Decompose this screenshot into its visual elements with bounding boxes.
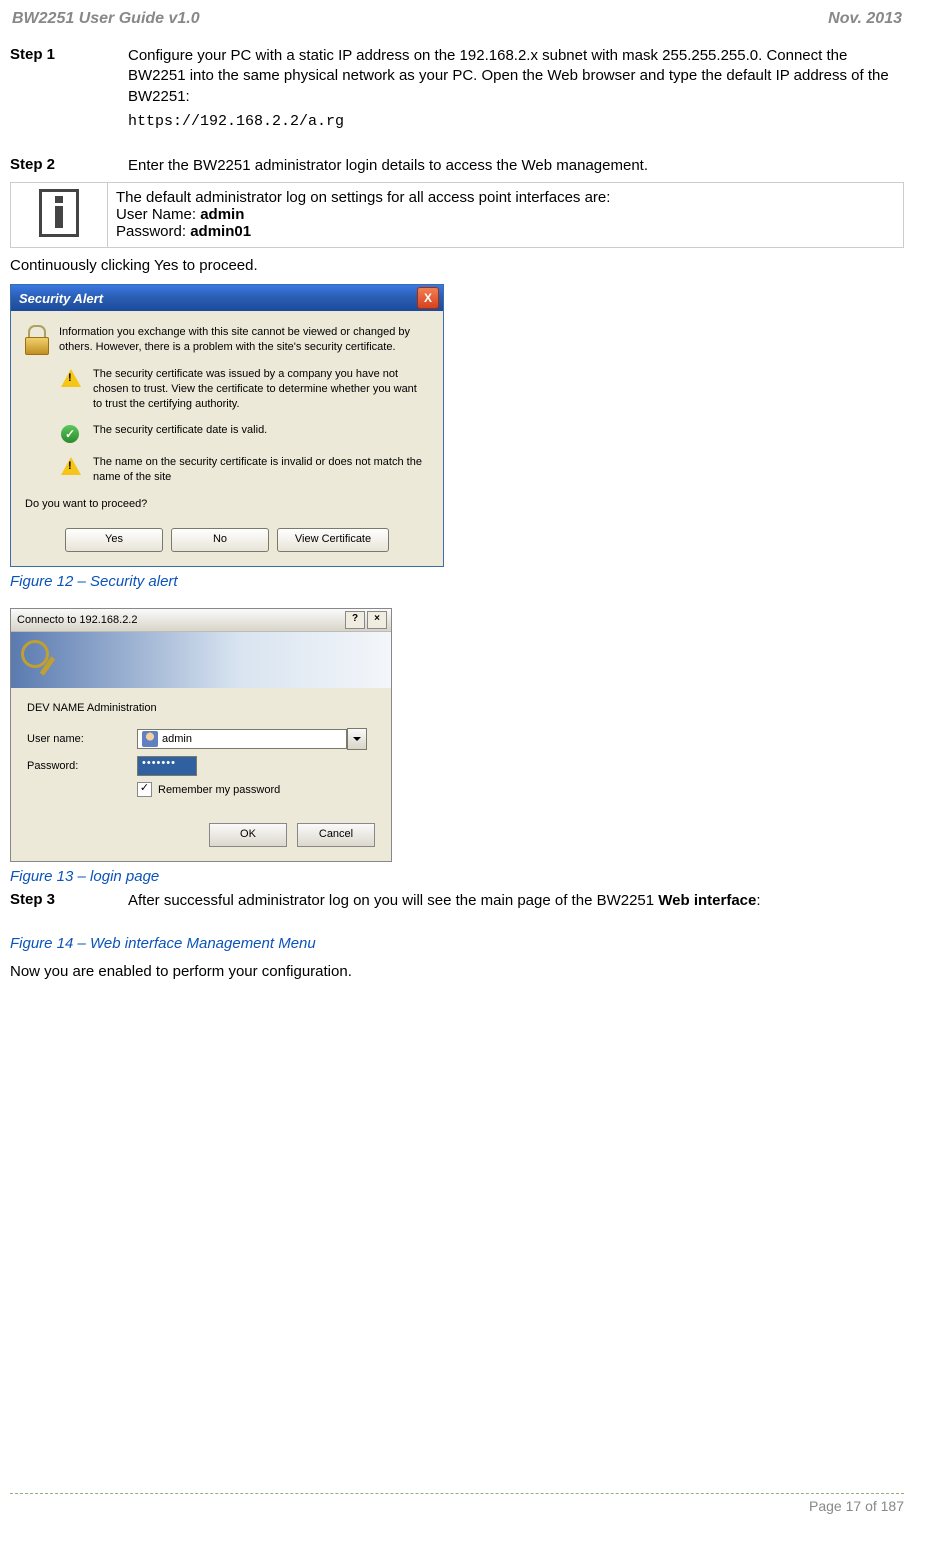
dialog-titlebar: Security Alert X bbox=[11, 285, 443, 311]
close-button[interactable]: × bbox=[367, 611, 387, 629]
login-titlebar: Connecto to 192.168.2.2 ? × bbox=[11, 609, 391, 632]
username-input[interactable]: admin bbox=[137, 729, 347, 749]
password-input[interactable]: ••••••• bbox=[137, 756, 197, 776]
help-button[interactable]: ? bbox=[345, 611, 365, 629]
dialog-title: Security Alert bbox=[19, 291, 103, 306]
proceed-text: Continuously clicking Yes to proceed. bbox=[10, 256, 904, 276]
chevron-down-icon bbox=[353, 737, 361, 741]
figure-13-caption: Figure 13 – login page bbox=[10, 868, 904, 885]
security-prompt: Do you want to proceed? bbox=[25, 497, 429, 512]
login-banner bbox=[11, 632, 391, 688]
page-footer: Page 17 of 187 bbox=[10, 1493, 904, 1514]
step3-label: Step 3 bbox=[10, 891, 128, 911]
admin-credentials-note: The default administrator log on setting… bbox=[10, 182, 904, 248]
page-header: BW2251 User Guide v1.0 Nov. 2013 bbox=[10, 10, 904, 28]
close-button[interactable]: X bbox=[417, 287, 439, 309]
check-icon: ✓ bbox=[61, 425, 79, 443]
page-number: Page 17 of 187 bbox=[10, 1498, 904, 1514]
figure-14-caption: Figure 14 – Web interface Management Men… bbox=[10, 935, 904, 952]
security-msg-issuer: The security certificate was issued by a… bbox=[93, 367, 429, 412]
username-label: User name: bbox=[27, 733, 137, 745]
security-msg-date: The security certificate date is valid. bbox=[93, 423, 429, 443]
note-password: Password: admin01 bbox=[116, 223, 895, 240]
footer-divider bbox=[10, 1493, 904, 1494]
step3-text: After successful administrator log on yo… bbox=[128, 891, 904, 911]
remember-password-checkbox[interactable]: ✓ bbox=[137, 782, 152, 797]
figure-12-caption: Figure 12 – Security alert bbox=[10, 573, 904, 590]
login-heading: DEV NAME Administration bbox=[27, 702, 375, 714]
step2-text: Enter the BW2251 administrator login det… bbox=[128, 156, 904, 176]
yes-button[interactable]: Yes bbox=[65, 528, 163, 552]
note-username: User Name: admin bbox=[116, 206, 895, 223]
warning-icon bbox=[61, 457, 81, 475]
password-label: Password: bbox=[27, 760, 137, 772]
closing-text: Now you are enabled to perform your conf… bbox=[10, 962, 904, 982]
step1-text: Configure your PC with a static IP addre… bbox=[128, 46, 904, 107]
security-msg-name: The name on the security certificate is … bbox=[93, 455, 429, 485]
keys-icon bbox=[21, 640, 61, 680]
info-icon bbox=[39, 189, 79, 237]
remember-password-label: Remember my password bbox=[158, 784, 280, 796]
step2-label: Step 2 bbox=[10, 156, 128, 176]
login-dialog: Connecto to 192.168.2.2 ? × DEV NAME Adm… bbox=[10, 608, 392, 862]
doc-title: BW2251 User Guide v1.0 bbox=[12, 10, 200, 28]
step1-label: Step 1 bbox=[10, 46, 128, 107]
view-certificate-button[interactable]: View Certificate bbox=[277, 528, 389, 552]
user-icon bbox=[142, 731, 158, 747]
warning-icon bbox=[61, 369, 81, 387]
no-button[interactable]: No bbox=[171, 528, 269, 552]
ok-button[interactable]: OK bbox=[209, 823, 287, 847]
lock-icon bbox=[25, 325, 49, 353]
cancel-button[interactable]: Cancel bbox=[297, 823, 375, 847]
security-msg-intro: Information you exchange with this site … bbox=[59, 325, 429, 355]
username-dropdown-button[interactable] bbox=[347, 728, 367, 750]
security-alert-dialog: Security Alert X Information you exchang… bbox=[10, 284, 444, 567]
doc-date: Nov. 2013 bbox=[828, 10, 902, 28]
login-title: Connecto to 192.168.2.2 bbox=[17, 614, 137, 626]
step1-url-code: https://192.168.2.2/a.rg bbox=[128, 113, 904, 130]
note-line1: The default administrator log on setting… bbox=[116, 189, 895, 206]
